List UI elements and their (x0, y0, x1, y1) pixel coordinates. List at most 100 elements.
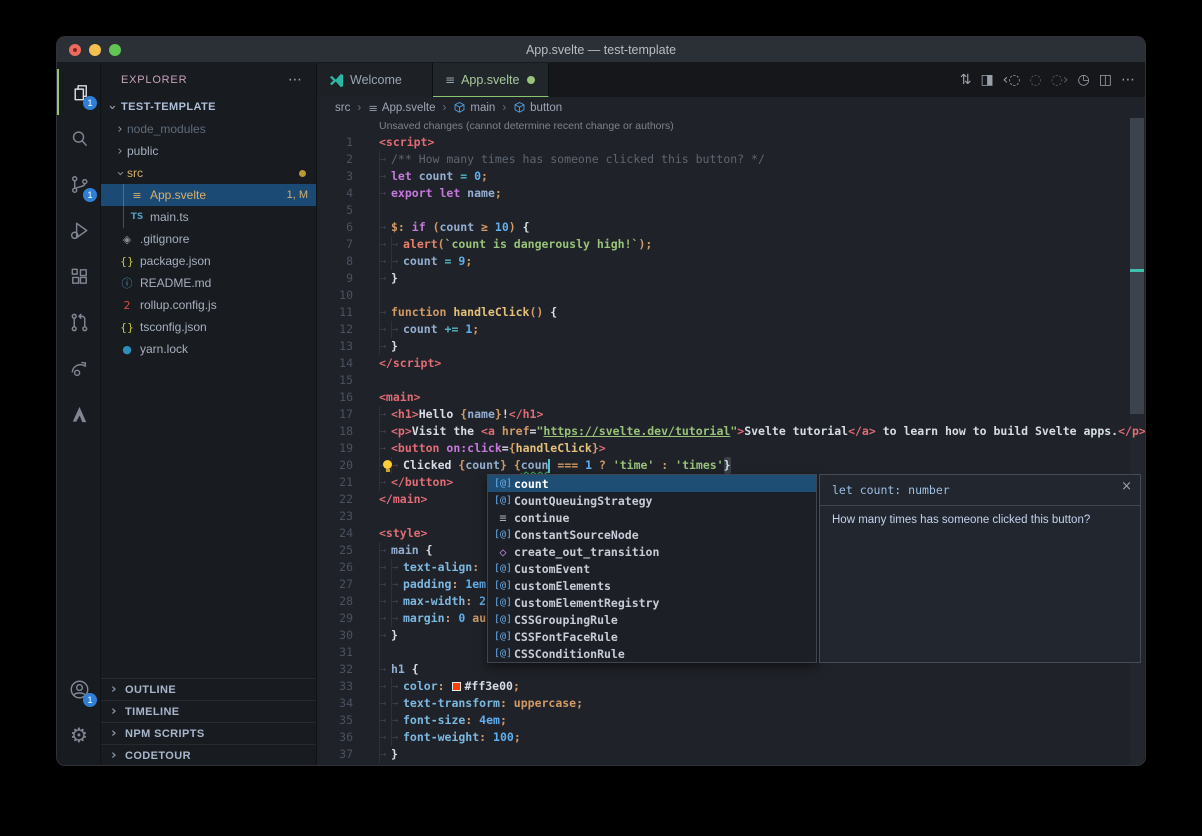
tree-item-rollup-config-js[interactable]: 2rollup.config.js (101, 294, 316, 316)
previous-change-icon[interactable]: ‹◌ (1003, 72, 1021, 88)
line-content: <script> (379, 134, 434, 151)
suggestion-item[interactable]: ≡continue (488, 509, 816, 526)
activity-settings-button[interactable]: ⚙ (57, 712, 101, 758)
breadcrumb-item-app-svelte[interactable]: ≡App.svelte (368, 101, 435, 115)
section-npm-scripts[interactable]: ›NPM SCRIPTS (101, 722, 316, 744)
symbol-element-icon (513, 101, 526, 114)
window-title: App.svelte — test-template (57, 43, 1145, 57)
current-change-icon[interactable]: ◌ (1030, 72, 1042, 88)
activity-explorer-button[interactable]: 1 (57, 69, 101, 115)
split-editor-icon[interactable]: ◫ (1099, 72, 1112, 88)
suggestion-item[interactable]: [@]CSSFontFaceRule (488, 628, 816, 645)
symbol-keyword-icon: ≡ (492, 511, 514, 525)
code-line[interactable]: 14</script> (317, 355, 1145, 372)
code-line[interactable]: 8→→count = 9; (317, 253, 1145, 270)
code-line[interactable]: 4→export let name; (317, 185, 1145, 202)
activity-extensions-button[interactable] (57, 253, 101, 299)
code-line[interactable]: 15 (317, 372, 1145, 389)
breadcrumb-item-main[interactable]: main (453, 101, 495, 114)
breadcrumb-item-src[interactable]: src (335, 102, 350, 114)
suggestion-item[interactable]: [@]customElements (488, 577, 816, 594)
more-actions-icon[interactable]: ⋯ (288, 71, 302, 88)
activity-run-debug-button[interactable] (57, 207, 101, 253)
info-file-icon: ⓘ (119, 275, 135, 291)
hover-divider (820, 505, 1140, 506)
activity-live-share-button[interactable] (57, 345, 101, 391)
code-editor[interactable]: Unsaved changes (cannot determine recent… (317, 118, 1145, 766)
editor-scrollbar[interactable] (1130, 118, 1144, 766)
code-line[interactable]: 11→function handleClick() { (317, 304, 1145, 321)
activity-azure-button[interactable] (57, 391, 101, 437)
tree-root-test-template[interactable]: › TEST-TEMPLATE (101, 96, 316, 118)
activity-account-button[interactable]: 1 (57, 666, 101, 712)
tab-welcome[interactable]: Welcome (317, 63, 433, 97)
code-line[interactable]: 5 (317, 202, 1145, 219)
code-line[interactable]: 10 (317, 287, 1145, 304)
tree-item-main-ts[interactable]: TSmain.ts (101, 206, 316, 228)
code-line[interactable]: 6→$: if (count ≥ 10) { (317, 219, 1145, 236)
line-content: →→padding: 1em (379, 576, 486, 593)
activity-github-pr-button[interactable] (57, 299, 101, 345)
code-line[interactable]: 3→let count = 0; (317, 168, 1145, 185)
tree-item-app-svelte[interactable]: ≡App.svelte1, M (101, 184, 316, 206)
code-line[interactable]: 32→h1 { (317, 661, 1145, 678)
code-line[interactable]: 20→→Clicked {count} {coun === 1 ? 'time'… (317, 457, 1145, 474)
suggestion-item[interactable]: [@]CSSConditionRule (488, 645, 816, 662)
suggestion-item[interactable]: [@]CustomElementRegistry (488, 594, 816, 611)
code-line[interactable]: 19→<button on:click={handleClick}> (317, 440, 1145, 457)
suggestion-item[interactable]: [@]CSSGroupingRule (488, 611, 816, 628)
tree-item-tsconfig-json[interactable]: {}tsconfig.json (101, 316, 316, 338)
activity-source-control-button[interactable]: 1 (57, 161, 101, 207)
code-line[interactable]: 9→} (317, 270, 1145, 287)
breadcrumb-separator: › (357, 102, 361, 114)
tree-item-public[interactable]: ›public (101, 140, 316, 162)
breadcrumb-separator: › (443, 102, 447, 114)
section-codetour[interactable]: ›CODETOUR (101, 744, 316, 766)
tree-item-src[interactable]: ›src (101, 162, 316, 184)
scrollbar-thumb[interactable] (1130, 118, 1144, 414)
tab-app-svelte[interactable]: ≡App.svelte (433, 63, 549, 97)
suggestion-item[interactable]: [@]CountQueuingStrategy (488, 492, 816, 509)
code-line[interactable]: 37→} (317, 746, 1145, 763)
code-line[interactable]: 2→/** How many times has someone clicked… (317, 151, 1145, 168)
tree-item-readme-md[interactable]: ⓘREADME.md (101, 272, 316, 294)
lightbulb-icon[interactable] (383, 460, 392, 469)
tab-whitespace-arrow: → (379, 440, 391, 457)
section-outline[interactable]: ›OUTLINE (101, 678, 316, 700)
activity-search-button[interactable] (57, 115, 101, 161)
tree-item-node-modules[interactable]: ›node_modules (101, 118, 316, 140)
code-line[interactable]: 1<script> (317, 134, 1145, 151)
code-line[interactable]: 33→→color: #ff3e00; (317, 678, 1145, 695)
suggestion-item[interactable]: [@]ConstantSourceNode (488, 526, 816, 543)
git-compare-icon[interactable]: ⇅ (960, 72, 972, 88)
sidebar-title: EXPLORER (121, 74, 187, 86)
line-content: →main { (379, 542, 433, 559)
code-line[interactable]: 35→→font-size: 4em; (317, 712, 1145, 729)
line-number: 35 (317, 712, 353, 729)
run-timer-icon[interactable]: ◷ (1078, 72, 1090, 88)
suggestion-item[interactable]: ◇create_out_transition (488, 543, 816, 560)
code-line[interactable]: 7→→alert(`count is dangerously high!`); (317, 236, 1145, 253)
suggestion-item[interactable]: [@]CustomEvent (488, 560, 816, 577)
code-line[interactable]: 16<main> (317, 389, 1145, 406)
suggestion-item[interactable]: [@]count (488, 475, 816, 492)
breadcrumb-label: main (470, 102, 495, 114)
code-line[interactable]: 12→→count += 1; (317, 321, 1145, 338)
more-actions-icon[interactable]: ⋯ (1121, 72, 1135, 88)
line-number: 27 (317, 576, 353, 593)
tree-item--gitignore[interactable]: ◈.gitignore (101, 228, 316, 250)
tree-item-yarn-lock[interactable]: ●yarn.lock (101, 338, 316, 360)
code-line[interactable]: 13→} (317, 338, 1145, 355)
line-content: →} (379, 270, 398, 287)
open-changes-icon[interactable]: ◨ (980, 72, 993, 88)
code-line[interactable]: 34→→text-transform: uppercase; (317, 695, 1145, 712)
code-line[interactable]: 18→<p>Visit the <a href="https://svelte.… (317, 423, 1145, 440)
next-change-icon[interactable]: ◌› (1051, 72, 1069, 88)
code-line[interactable]: 17→<h1>Hello {name}!</h1> (317, 406, 1145, 423)
line-number: 5 (317, 202, 353, 219)
section-timeline[interactable]: ›TIMELINE (101, 700, 316, 722)
code-line[interactable]: 36→→font-weight: 100; (317, 729, 1145, 746)
close-icon[interactable]: × (1121, 479, 1132, 494)
tree-item-package-json[interactable]: {}package.json (101, 250, 316, 272)
breadcrumb-item-button[interactable]: button (513, 101, 562, 114)
